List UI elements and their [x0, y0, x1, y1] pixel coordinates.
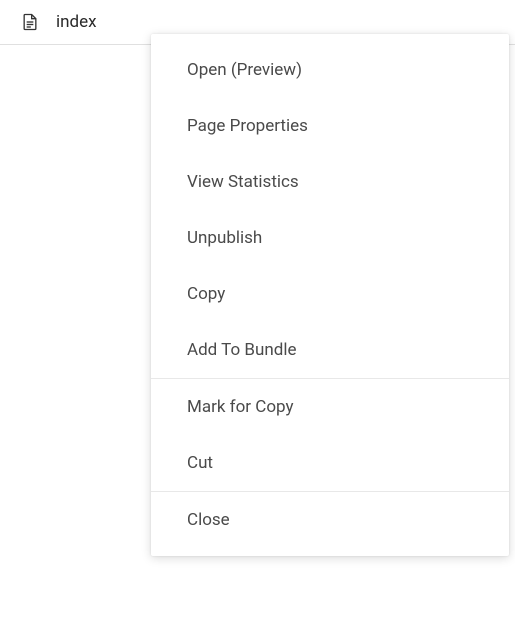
menu-item-cut[interactable]: Cut	[151, 435, 509, 491]
menu-item-copy[interactable]: Copy	[151, 266, 509, 322]
menu-item-close[interactable]: Close	[151, 492, 509, 548]
menu-item-view-statistics[interactable]: View Statistics	[151, 154, 509, 210]
menu-item-unpublish[interactable]: Unpublish	[151, 210, 509, 266]
file-name-label: index	[56, 12, 97, 32]
menu-item-mark-for-copy[interactable]: Mark for Copy	[151, 379, 509, 435]
menu-item-add-to-bundle[interactable]: Add To Bundle	[151, 322, 509, 378]
menu-item-open-preview[interactable]: Open (Preview)	[151, 42, 509, 98]
context-menu: Open (Preview)Page PropertiesView Statis…	[151, 34, 509, 556]
menu-item-page-properties[interactable]: Page Properties	[151, 98, 509, 154]
document-icon	[20, 12, 40, 32]
